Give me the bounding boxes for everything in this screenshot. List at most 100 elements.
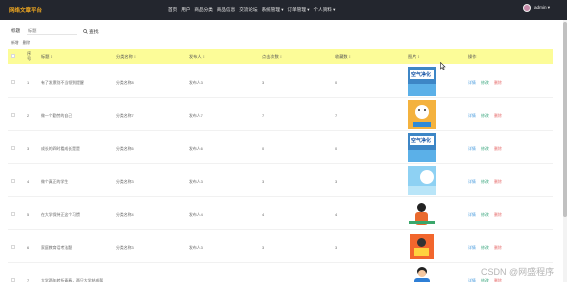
main-nav: 首页 用户 商品分类 商品信息 交流论坛 系统管理 ▾ 订单管理 ▾ 个人资料 …	[168, 7, 335, 13]
nav-item-home[interactable]: 首页	[168, 7, 177, 13]
row-checkbox[interactable]	[11, 179, 15, 183]
cell-index: 3	[27, 146, 30, 151]
table-row[interactable]: 7 大学两年转折青春，两只大学结成帮 详情 修改 删除	[8, 263, 553, 282]
cell-category: 分类名称8	[116, 80, 134, 85]
delete-row-button[interactable]: 删除	[494, 278, 502, 282]
row-checkbox[interactable]	[11, 245, 15, 249]
detail-button[interactable]: 详情	[468, 179, 476, 185]
delete-row-button[interactable]: 删除	[494, 80, 502, 86]
cell-index: 2	[27, 113, 30, 118]
search-label: 标题	[11, 28, 21, 33]
cell-author: 发布人4	[189, 212, 203, 217]
cell-image-thumbnail[interactable]	[408, 100, 436, 129]
edit-button[interactable]: 修改	[481, 179, 489, 185]
delete-row-button[interactable]: 删除	[494, 113, 502, 119]
cell-image-thumbnail[interactable]	[408, 199, 436, 228]
delete-button[interactable]: 删除	[23, 41, 31, 46]
nav-item-system[interactable]: 系统管理 ▾	[262, 7, 284, 13]
select-all-checkbox[interactable]	[11, 54, 15, 58]
row-checkbox[interactable]	[11, 146, 15, 150]
table-row[interactable]: 2 做一个勤劳的自己 分类名称7 发布人7 7 7 详情 修改 删除	[8, 98, 553, 131]
search-input[interactable]	[27, 27, 77, 35]
app-brand[interactable]: 网络文章平台	[9, 6, 42, 14]
cell-category: 分类名称4	[116, 212, 134, 217]
cell-image-thumbnail[interactable]: 空气净化	[408, 67, 436, 96]
user-menu[interactable]: admin ▾	[523, 4, 550, 12]
table-header: 序号 标题 ↕ 分类名称 ↕ 发布人 ↕ 点击次数 ↕ 收藏数 ↕ 图片 ↕ 操…	[8, 49, 553, 64]
edit-button[interactable]: 修改	[481, 146, 489, 152]
avatar[interactable]	[523, 4, 531, 12]
cell-author: 发布人3	[189, 80, 203, 85]
nav-item-products[interactable]: 商品信息	[217, 7, 235, 13]
cell-category: 分类名称6	[116, 146, 134, 151]
column-header-clicks[interactable]: 点击次数 ↕	[262, 54, 282, 60]
table-row[interactable]: 5 在大学保持正这个习惯 分类名称4 发布人4 4 4 详情 修改 删除	[8, 197, 553, 230]
column-header-image[interactable]: 图片 ↕	[408, 54, 420, 60]
detail-button[interactable]: 详情	[468, 245, 476, 251]
cell-image-thumbnail[interactable]	[408, 166, 436, 195]
cell-clicks: 7	[262, 113, 265, 118]
cell-image-thumbnail[interactable]	[408, 232, 436, 261]
edit-button[interactable]: 修改	[481, 245, 489, 251]
nav-item-forum[interactable]: 交流论坛	[239, 7, 257, 13]
detail-button[interactable]: 详情	[468, 212, 476, 218]
nav-item-profile[interactable]: 个人资料 ▾	[314, 7, 336, 13]
cell-index: 7	[27, 278, 30, 282]
detail-button[interactable]: 详情	[468, 146, 476, 152]
cell-author: 发布人6	[189, 146, 203, 151]
watermark: CSDN @网盛程序	[481, 267, 555, 277]
delete-row-button[interactable]: 删除	[494, 245, 502, 251]
column-header-favorites[interactable]: 收藏数 ↕	[335, 54, 351, 60]
nav-item-users[interactable]: 用户	[181, 7, 190, 13]
delete-row-button[interactable]: 删除	[494, 212, 502, 218]
cell-favorites: 3	[335, 245, 338, 250]
cell-favorites: 7	[335, 113, 338, 118]
cell-favorites: 3	[335, 179, 338, 184]
nav-item-categories[interactable]: 商品分类	[194, 7, 212, 13]
column-header-title[interactable]: 标题 ↕	[41, 54, 53, 60]
mouse-cursor-icon	[440, 62, 446, 70]
table-row[interactable]: 6 家庭教育话考法题 分类名称3 发布人3 3 3 详情 修改 删除	[8, 230, 553, 263]
cell-title: 做一个勤劳的自己	[41, 113, 73, 118]
nav-item-orders[interactable]: 订单管理 ▾	[288, 7, 310, 13]
row-checkbox[interactable]	[11, 80, 15, 84]
cell-index: 5	[27, 212, 30, 217]
search-button[interactable]: 查找	[83, 28, 99, 35]
table-actions: 新增 删除	[11, 41, 30, 46]
cell-clicks: 3	[262, 245, 265, 250]
cell-clicks: 0	[262, 146, 265, 151]
cell-title: 做个真正的学生	[41, 179, 69, 184]
row-checkbox[interactable]	[11, 212, 15, 216]
row-checkbox[interactable]	[11, 113, 15, 117]
delete-row-button[interactable]: 删除	[494, 146, 502, 152]
detail-button[interactable]: 详情	[468, 113, 476, 119]
cell-title: 家庭教育话考法题	[41, 245, 73, 250]
cell-index: 4	[27, 179, 30, 184]
detail-button[interactable]: 详情	[468, 278, 476, 282]
detail-button[interactable]: 详情	[468, 80, 476, 86]
edit-button[interactable]: 修改	[481, 278, 489, 282]
cell-image-thumbnail[interactable]: 空气净化	[408, 133, 436, 162]
column-header-category[interactable]: 分类名称 ↕	[116, 54, 136, 60]
top-navbar: 网络文章平台 首页 用户 商品分类 商品信息 交流论坛 系统管理 ▾ 订单管理 …	[0, 0, 567, 20]
edit-button[interactable]: 修改	[481, 212, 489, 218]
edit-button[interactable]: 修改	[481, 113, 489, 119]
edit-button[interactable]: 修改	[481, 80, 489, 86]
cell-category: 分类名称3	[116, 245, 134, 250]
search-button-label: 查找	[89, 29, 99, 35]
username[interactable]: admin ▾	[534, 5, 550, 11]
cell-favorites: 4	[335, 212, 338, 217]
cell-clicks: 4	[262, 212, 265, 217]
delete-row-button[interactable]: 删除	[494, 179, 502, 185]
scrollbar-thumb[interactable]	[563, 22, 567, 217]
column-header-author[interactable]: 发布人 ↕	[189, 54, 205, 60]
table-row[interactable]: 4 做个真正的学生 分类名称3 发布人3 3 3 详情 修改 删除	[8, 164, 553, 197]
table-row[interactable]: 1 有了发票别不当领到提醒 分类名称8 发布人3 3 0 空气净化 详情 修改 …	[8, 65, 553, 98]
cell-title: 在大学保持正这个习惯	[41, 212, 80, 217]
table-row[interactable]: 3 成长的四时看成长是是 分类名称6 发布人6 0 0 空气净化 详情 修改 删…	[8, 131, 553, 164]
add-button[interactable]: 新增	[11, 41, 19, 46]
column-header-index: 序号	[27, 51, 32, 61]
row-checkbox[interactable]	[11, 278, 15, 282]
cell-index: 6	[27, 245, 30, 250]
cell-image-thumbnail[interactable]	[408, 265, 436, 282]
